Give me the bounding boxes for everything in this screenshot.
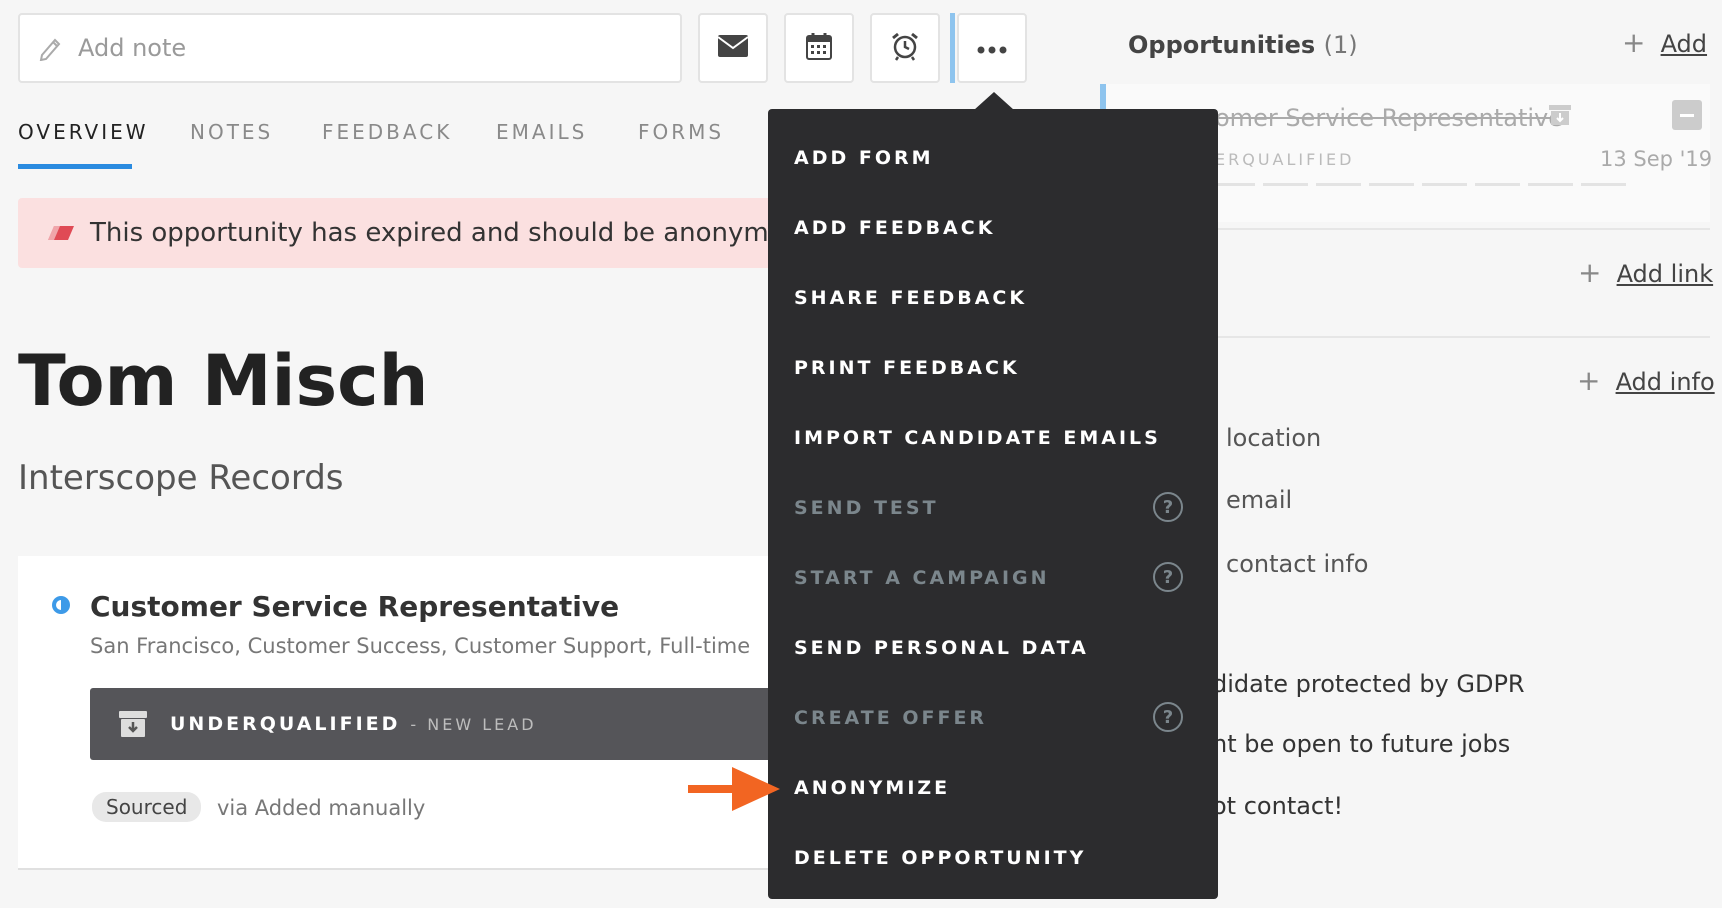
menu-item-start-campaign[interactable]: START A CAMPAIGN [794, 567, 1050, 589]
stage-label: UNDERQUALIFIED [170, 713, 401, 735]
help-icon[interactable]: ? [1153, 702, 1183, 732]
eraser-icon [46, 224, 76, 242]
menu-item-delete-opportunity[interactable]: DELETE OPPORTUNITY [794, 847, 1086, 869]
menu-item-anonymize[interactable]: ANONYMIZE [794, 777, 950, 799]
plus-icon: + [1577, 364, 1601, 397]
pencil-icon [38, 35, 64, 61]
tab-forms[interactable]: FORMS [638, 120, 724, 144]
tab-emails[interactable]: EMAILS [496, 120, 587, 144]
expired-alert: This opportunity has expired and should … [18, 198, 778, 268]
future-jobs-status: nt be open to future jobs [1212, 730, 1511, 758]
card-divider [18, 868, 778, 870]
alarm-icon [890, 31, 920, 65]
opportunity-name: omer Service Representative [1215, 104, 1563, 132]
help-icon[interactable]: ? [1153, 562, 1183, 592]
menu-item-print-feedback[interactable]: PRINT FEEDBACK [794, 357, 1020, 379]
job-details: San Francisco, Customer Success, Custome… [90, 634, 751, 658]
add-opportunity-button[interactable]: + Add [1622, 26, 1707, 59]
alert-text: This opportunity has expired and should … [90, 218, 778, 248]
stage-sublabel: - NEW LEAD [410, 714, 537, 734]
calendar-icon [806, 32, 832, 64]
menu-caret [974, 92, 1014, 110]
mail-icon [717, 34, 749, 62]
more-icon [977, 39, 1007, 58]
archive-icon [1548, 104, 1572, 130]
menu-item-send-test[interactable]: SEND TEST [794, 497, 939, 519]
pipeline-progress [1210, 183, 1626, 186]
source-badge: Sourced [92, 792, 202, 822]
opportunities-label: Opportunities [1128, 31, 1316, 59]
menu-item-share-feedback[interactable]: SHARE FEEDBACK [794, 287, 1027, 309]
add-opportunity-label: Add [1660, 30, 1708, 58]
more-actions-menu: ADD FORM ADD FEEDBACK SHARE FEEDBACK PRI… [768, 109, 1218, 899]
tab-notes[interactable]: NOTES [190, 120, 273, 144]
schedule-button[interactable] [784, 13, 854, 83]
collapse-button[interactable] [1672, 100, 1702, 130]
info-contact[interactable]: contact info [1226, 550, 1368, 578]
info-location[interactable]: location [1226, 424, 1321, 452]
opportunities-count: (1) [1323, 31, 1358, 59]
gdpr-status: didate protected by GDPR [1212, 670, 1525, 698]
menu-item-create-offer[interactable]: CREATE OFFER [794, 707, 987, 729]
add-note-input[interactable]: Add note [18, 13, 682, 83]
stage-bar[interactable]: UNDERQUALIFIED - NEW LEAD [90, 688, 778, 760]
menu-item-import-emails[interactable]: IMPORT CANDIDATE EMAILS [794, 427, 1161, 449]
pointer-arrow-icon [688, 765, 782, 817]
toolbar-separator [950, 13, 955, 83]
info-email[interactable]: email [1226, 486, 1292, 514]
plus-icon: + [1622, 26, 1646, 59]
source-via: via Added manually [217, 796, 426, 820]
add-link-button[interactable]: + Add link [1578, 256, 1713, 289]
more-actions-button[interactable] [957, 13, 1027, 83]
add-note-placeholder: Add note [78, 34, 187, 62]
candidate-company: Interscope Records [18, 458, 344, 498]
add-info-button[interactable]: + Add info [1577, 364, 1715, 397]
contact-status: ot contact! [1212, 792, 1344, 820]
opportunity-date: 13 Sep '19 [1600, 147, 1713, 171]
menu-item-send-personal-data[interactable]: SEND PERSONAL DATA [794, 637, 1089, 659]
active-tab-indicator [18, 164, 132, 169]
archive-icon [118, 710, 148, 738]
menu-item-add-feedback[interactable]: ADD FEEDBACK [794, 217, 995, 239]
plus-icon: + [1578, 256, 1602, 289]
menu-item-add-form[interactable]: ADD FORM [794, 147, 934, 169]
tab-overview[interactable]: OVERVIEW [18, 120, 149, 144]
job-title[interactable]: Customer Service Representative [90, 590, 619, 623]
opportunities-heading: Opportunities (1) [1128, 31, 1358, 59]
candidate-name: Tom Misch [18, 340, 429, 422]
add-info-label: Add info [1615, 368, 1715, 396]
reminder-button[interactable] [870, 13, 940, 83]
add-link-label: Add link [1616, 260, 1714, 288]
email-button[interactable] [698, 13, 768, 83]
tab-feedback[interactable]: FEEDBACK [322, 120, 452, 144]
help-icon[interactable]: ? [1153, 492, 1183, 522]
opportunity-stage: ERQUALIFIED [1215, 150, 1355, 169]
status-icon [52, 596, 70, 614]
